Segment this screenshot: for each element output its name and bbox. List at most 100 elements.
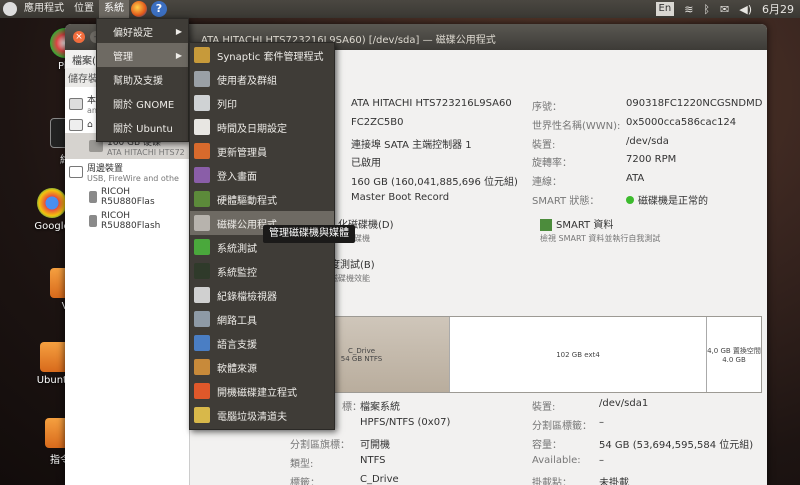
menu-item-label: 系統監控 (217, 267, 257, 279)
drive-model: ATA HITACHI HTS723216L9SA60 (351, 98, 512, 109)
serial-label: 序號： (532, 102, 562, 113)
system-menu[interactable]: 系統 (99, 0, 129, 18)
volume-name: 4,0 GB 置換空間 (707, 346, 761, 355)
device-label: 裝置: (532, 140, 556, 151)
volume-icon[interactable]: ◀) (739, 3, 752, 16)
mail-icon[interactable]: ✉ (720, 3, 729, 16)
drive-device: /dev/sda (626, 136, 669, 147)
system-dropdown-menu: 偏好設定 ▶ 管理 ▶ 幫助及支援 關於 GNOME 關於 Ubuntu (96, 18, 189, 142)
partition-tag: C_Drive (360, 474, 399, 485)
sidebar-item-card-reader-2[interactable]: RICOH R5U880Flash (65, 209, 189, 233)
menu-item-users-groups[interactable]: 使用者及群組 (190, 67, 334, 91)
menu-item-administration[interactable]: 管理 ▶ (97, 43, 188, 67)
menu-item-computer-janitor[interactable]: 電腦垃圾清道夫 (190, 403, 334, 427)
sidebar-item-label: RICOH R5U880Flas (101, 187, 155, 207)
startup-disk-creator-icon (194, 383, 210, 399)
submenu-arrow-icon: ▶ (175, 26, 182, 36)
users-groups-icon (194, 71, 210, 87)
action-label: 度測試(B) (330, 260, 375, 271)
menu-item-network-tools[interactable]: 網路工具 (190, 307, 334, 331)
menu-item-label: 關於 Ubuntu (113, 123, 173, 135)
tooltip: 管理磁碟機與媒體 (263, 225, 355, 243)
partition-mount: 未掛載 (599, 478, 629, 485)
tag-label: 標籤： (290, 478, 320, 485)
mount-label: 掛載點： (532, 478, 572, 485)
menu-item-help-support[interactable]: 幫助及支援 (97, 67, 188, 91)
status-ok-icon (626, 196, 634, 204)
menu-item-hardware-drivers[interactable]: 硬體驅動程式 (190, 187, 334, 211)
sidebar-item-label: 周邊裝置 (87, 164, 124, 174)
menu-item-label: 更新管理員 (217, 147, 267, 159)
menu-item-system-monitor[interactable]: 系統監控 (190, 259, 334, 283)
synaptic-icon (194, 47, 210, 63)
volume-ext4[interactable]: 102 GB ext4 (450, 317, 707, 392)
volumes-bar: C_Drive 54 GB NTFS 102 GB ext4 4,0 GB 置換… (273, 316, 762, 393)
menu-item-login-screen[interactable]: 登入畫面 (190, 163, 334, 187)
partition-capacity: 54 GB (53,694,595,584 位元組) (599, 440, 754, 451)
close-icon[interactable]: × (73, 31, 85, 43)
volume-size: 4.0 GB (722, 355, 746, 364)
card-reader-icon (89, 191, 97, 203)
submenu-arrow-icon: ▶ (175, 50, 182, 60)
menu-item-label: 語言支援 (217, 339, 257, 351)
places-menu[interactable]: 位置 (69, 0, 99, 18)
partition-label: – (599, 417, 604, 428)
sidebar-item-peripherals[interactable]: 周邊裝置 USB, FireWire and othe (65, 159, 189, 185)
hardware-drivers-icon (194, 191, 210, 207)
menu-item-about-gnome[interactable]: 關於 GNOME (97, 91, 188, 115)
partition-dev: /dev/sda1 (599, 398, 649, 409)
menu-item-software-sources[interactable]: 軟體來源 (190, 355, 334, 379)
menu-item-time-date[interactable]: 時間及日期設定 (190, 115, 334, 139)
drive-partitioning: Master Boot Record (351, 192, 450, 203)
flags-label: 分割區旗標： (290, 440, 350, 451)
menu-item-about-ubuntu[interactable]: 關於 Ubuntu (97, 115, 188, 139)
volume-size: 54 GB NTFS (340, 354, 383, 363)
wwn-label: 世界性名稱(WWN): (532, 121, 621, 132)
software-sources-icon (194, 359, 210, 375)
smart-check-icon (540, 219, 552, 231)
smart-label: SMART 狀態： (532, 196, 600, 207)
action-label: SMART 資料 (556, 220, 614, 231)
usb-icon (69, 166, 83, 178)
dev-label: 裝置: (532, 402, 556, 413)
benchmark-action[interactable]: 度測試(B) 磁碟機效能 (330, 256, 375, 284)
volume-name: C_Drive (347, 346, 376, 355)
menu-item-log-viewer[interactable]: 紀錄檔檢視器 (190, 283, 334, 307)
card-reader-icon (89, 215, 97, 227)
keyboard-layout-indicator[interactable]: En (655, 2, 675, 16)
drive-connection: 連接埠 SATA 主端控制器 1 (351, 140, 472, 151)
chrome-icon (37, 188, 67, 218)
drive-capacity: 160 GB (160,041,885,696 位元組) (351, 177, 518, 188)
help-icon[interactable]: ? (151, 1, 167, 17)
applications-menu[interactable]: 應用程式 (19, 0, 69, 18)
menu-item-label: 硬體驅動程式 (217, 195, 277, 207)
system-tray: En ≋ ᛒ ✉ ◀) 6月29 (655, 0, 800, 18)
smart-status-text: 磁碟機是正常的 (638, 196, 708, 207)
menu-item-synaptic[interactable]: Synaptic 套件管理程式 (190, 43, 334, 67)
menu-item-update-manager[interactable]: 更新管理員 (190, 139, 334, 163)
volume-swap[interactable]: 4,0 GB 置換空間 4.0 GB (707, 317, 761, 392)
disk-utility-icon (194, 215, 210, 231)
system-testing-icon (194, 239, 210, 255)
menu-item-label: 偏好設定 (113, 27, 153, 39)
drive-serial: 090318FC1220NCGSNDMD (626, 98, 763, 109)
menu-item-label: 系統測試 (217, 243, 257, 255)
wifi-icon[interactable]: ≋ (684, 3, 693, 16)
menu-item-label: 電腦垃圾清道夫 (217, 411, 287, 423)
clock[interactable]: 6月29 (762, 1, 794, 17)
computer-icon (69, 98, 83, 110)
smart-data-action[interactable]: SMART 資料 檢視 SMART 資料並執行自我測試 (540, 216, 660, 244)
menu-item-startup-disk-creator[interactable]: 開機磁碟建立程式 (190, 379, 334, 403)
sidebar-item-card-reader-1[interactable]: RICOH R5U880Flas (65, 185, 189, 209)
ubuntu-logo-icon[interactable] (3, 2, 17, 16)
action-desc: 磁碟機效能 (330, 274, 370, 283)
menu-item-preferences[interactable]: 偏好設定 ▶ (97, 19, 188, 43)
smart-status: 磁碟機是正常的 (626, 192, 708, 207)
sidebar-item-sub: USB, FireWire and othe (87, 174, 179, 183)
menu-item-printing[interactable]: 列印 (190, 91, 334, 115)
menu-item-language-support[interactable]: 語言支援 (190, 331, 334, 355)
menu-item-label: 紀錄檔檢視器 (217, 291, 277, 303)
bluetooth-icon[interactable]: ᛒ (703, 3, 710, 16)
partition-available: – (599, 455, 604, 466)
firefox-icon[interactable] (131, 1, 147, 17)
